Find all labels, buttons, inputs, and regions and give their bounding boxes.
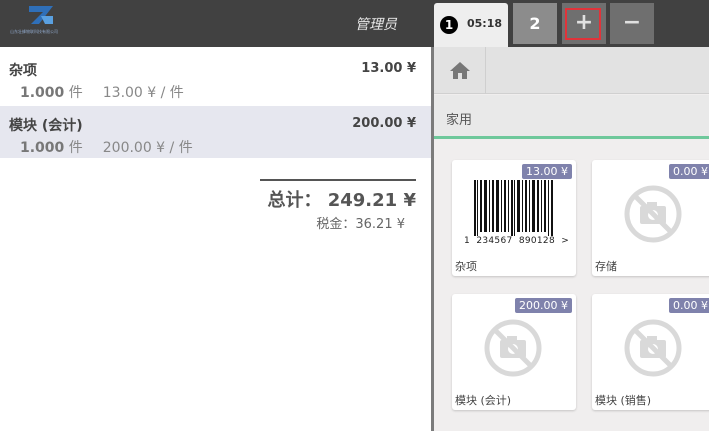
product-card[interactable]: 200.00 ¥ 模块 (会计) bbox=[452, 294, 576, 410]
order-line-name: 模块 (会计) bbox=[9, 118, 83, 134]
order-line-unit: 件 bbox=[68, 85, 83, 101]
product-image bbox=[592, 174, 709, 262]
remove-order-button[interactable]: − bbox=[610, 3, 654, 44]
highlight-box bbox=[565, 8, 601, 40]
order-line[interactable]: 杂项 13.00 ¥ 1.000 件 13.00 ¥ / 件 bbox=[0, 51, 431, 103]
breadcrumb bbox=[434, 47, 709, 94]
order-time: 05:18 bbox=[467, 17, 503, 30]
no-image-icon bbox=[624, 319, 682, 377]
minus-icon: − bbox=[622, 10, 642, 35]
totals-divider bbox=[260, 179, 416, 181]
no-image-icon bbox=[624, 185, 682, 243]
product-price-tag: 13.00 ¥ bbox=[522, 164, 572, 179]
total-value: 249.21 ¥ bbox=[327, 190, 416, 211]
order-line-qty: 1.000 bbox=[20, 140, 65, 156]
order-tab-2[interactable]: 2 bbox=[513, 3, 557, 44]
product-price-tag: 0.00 ¥ bbox=[669, 298, 709, 313]
order-line-unit-price: 200.00 ¥ / 件 bbox=[102, 140, 193, 156]
category-bar[interactable]: 家用 bbox=[434, 95, 709, 139]
order-tab-1[interactable]: 1 05:18 bbox=[434, 3, 508, 47]
product-name: 杂项 bbox=[455, 260, 477, 273]
logo-mark-icon bbox=[29, 6, 53, 24]
order-line-selected[interactable]: 模块 (会计) 200.00 ¥ 1.000 件 200.00 ¥ / 件 bbox=[0, 106, 431, 158]
order-number: 1 bbox=[440, 16, 458, 34]
order-line-unit: 件 bbox=[68, 140, 83, 156]
order-line-name: 杂项 bbox=[9, 63, 37, 79]
order-line-info: 1.000 件 200.00 ¥ / 件 bbox=[20, 137, 193, 157]
category-name: 家用 bbox=[446, 113, 473, 128]
product-image bbox=[452, 308, 576, 396]
tax-label: 税金： bbox=[316, 217, 356, 232]
product-name: 存储 bbox=[595, 260, 617, 273]
top-bar: 山东壮蜂物联科技有限公司 管理员 1 05:18 2 + − bbox=[0, 0, 709, 47]
product-image bbox=[592, 308, 709, 396]
total-label: 总计： bbox=[267, 190, 322, 211]
product-name: 模块 (销售) bbox=[595, 394, 652, 407]
product-card[interactable]: 1 234567 890128 > 13.00 ¥ 杂项 bbox=[452, 160, 576, 276]
order-line-unit-price: 13.00 ¥ / 件 bbox=[102, 85, 184, 101]
tax-value: 36.21 ¥ bbox=[355, 217, 405, 232]
order-panel: 杂项 13.00 ¥ 1.000 件 13.00 ¥ / 件 模块 (会计) 20… bbox=[0, 47, 431, 431]
product-name: 模块 (会计) bbox=[455, 394, 512, 407]
product-price-tag: 200.00 ¥ bbox=[515, 298, 572, 313]
no-image-icon bbox=[484, 319, 542, 377]
home-icon bbox=[450, 62, 470, 79]
order-line-price: 13.00 ¥ bbox=[361, 61, 416, 76]
order-total: 总计： 249.21 ¥ bbox=[267, 186, 416, 212]
home-category-button[interactable] bbox=[434, 47, 486, 94]
order-tax: 税金：36.21 ¥ bbox=[316, 213, 405, 232]
cashier-name[interactable]: 管理员 bbox=[355, 14, 397, 34]
company-name: 山东壮蜂物联科技有限公司 bbox=[10, 29, 58, 34]
barcode-digits: 1 234567 890128 > bbox=[464, 236, 570, 246]
product-panel: 家用 1 234567 890128 > 13.00 ¥ 杂项 0.00 ¥ 存… bbox=[434, 47, 709, 431]
order-line-info: 1.000 件 13.00 ¥ / 件 bbox=[20, 82, 184, 102]
product-price-tag: 0.00 ¥ bbox=[669, 164, 709, 179]
order-line-qty: 1.000 bbox=[20, 85, 65, 101]
product-card[interactable]: 0.00 ¥ 存储 bbox=[592, 160, 709, 276]
product-image: 1 234567 890128 > bbox=[452, 174, 576, 262]
product-card[interactable]: 0.00 ¥ 模块 (销售) bbox=[592, 294, 709, 410]
company-logo: 山东壮蜂物联科技有限公司 bbox=[10, 4, 74, 40]
order-line-price: 200.00 ¥ bbox=[352, 116, 416, 131]
